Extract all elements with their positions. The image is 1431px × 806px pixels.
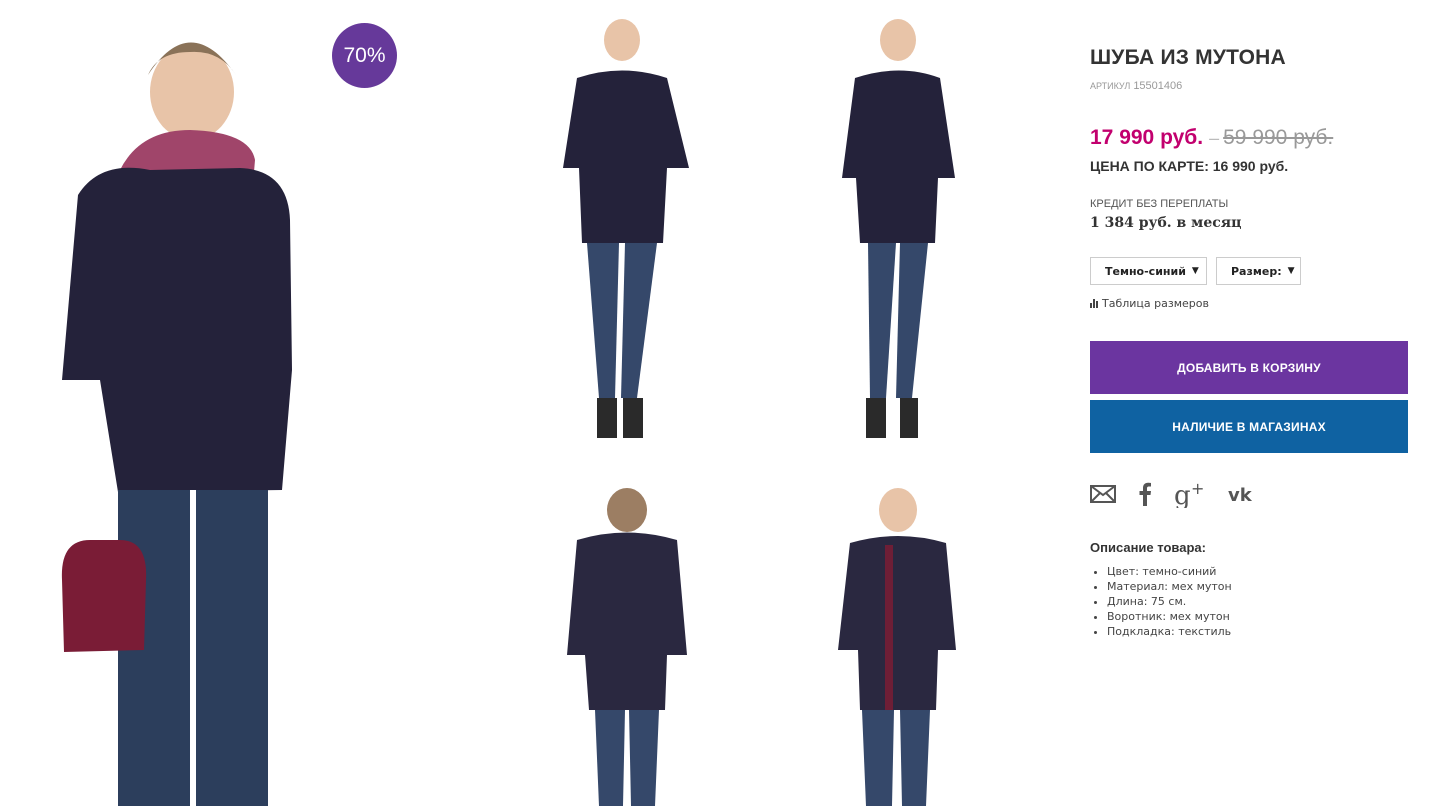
svg-text:vk: vk — [1228, 485, 1253, 503]
main-product-photo[interactable] — [40, 20, 320, 806]
svg-text:+: + — [1191, 480, 1204, 498]
sku-label: артикул — [1090, 81, 1131, 91]
mail-icon[interactable] — [1090, 485, 1116, 503]
color-select-value: Темно-синий — [1105, 264, 1186, 278]
thumbnail-open[interactable] — [800, 485, 1000, 806]
discount-badge: 70% — [332, 23, 397, 88]
svg-text:g: g — [1174, 481, 1191, 508]
thumbnail-front[interactable] — [527, 18, 727, 458]
chevron-down-icon: ▼ — [1191, 266, 1199, 276]
size-select-value: Размер: — [1231, 264, 1282, 278]
facebook-icon[interactable] — [1138, 482, 1152, 506]
chevron-down-icon: ▼ — [1287, 266, 1295, 276]
list-item: Длина: 75 см. — [1107, 594, 1410, 609]
list-item: Подкладка: текстиль — [1107, 624, 1410, 639]
bar-chart-icon — [1090, 299, 1098, 308]
description-title: Описание товара: — [1090, 540, 1206, 555]
product-title: ШУБА ИЗ МУТОНА — [1090, 46, 1286, 69]
description-list: Цвет: темно-синий Материал: мех мутон Дл… — [1090, 564, 1410, 639]
price-separator: – — [1209, 128, 1220, 148]
option-selects: Темно-синий ▼ Размер: ▼ — [1090, 257, 1410, 285]
card-price: ЦЕНА ПО КАРТЕ: 16 990 руб. — [1090, 158, 1289, 174]
credit-label: КРЕДИТ БЕЗ ПЕРЕПЛАТЫ — [1090, 198, 1229, 210]
price-old: 59 990 руб. — [1223, 126, 1334, 149]
store-availability-button[interactable]: НАЛИЧИЕ В МАГАЗИНАХ — [1090, 400, 1408, 453]
price-row: 17 990 руб. –59 990 руб. — [1090, 126, 1410, 150]
add-to-cart-button[interactable]: ДОБАВИТЬ В КОРЗИНУ — [1090, 341, 1408, 394]
sku-value: 15501406 — [1133, 80, 1183, 92]
price-new: 17 990 руб. — [1090, 126, 1204, 149]
social-share: g + vk — [1090, 480, 1410, 508]
list-item: Воротник: мех мутон — [1107, 609, 1410, 624]
thumbnail-side[interactable] — [800, 18, 1000, 458]
thumbnail-back[interactable] — [527, 485, 727, 806]
google-plus-icon[interactable]: g + — [1174, 480, 1206, 508]
list-item: Цвет: темно-синий — [1107, 564, 1410, 579]
credit-value: 1 384 руб. в месяц — [1090, 215, 1242, 231]
vk-icon[interactable]: vk — [1228, 485, 1258, 503]
size-select[interactable]: Размер: ▼ — [1216, 257, 1301, 285]
list-item: Материал: мех мутон — [1107, 579, 1410, 594]
size-table-link[interactable]: Таблица размеров — [1090, 297, 1410, 310]
size-table-label: Таблица размеров — [1102, 297, 1209, 310]
color-select[interactable]: Темно-синий ▼ — [1090, 257, 1207, 285]
sku: артикул 15501406 — [1090, 80, 1410, 92]
product-info-panel: ШУБА ИЗ МУТОНА артикул 15501406 17 990 р… — [1090, 40, 1410, 639]
